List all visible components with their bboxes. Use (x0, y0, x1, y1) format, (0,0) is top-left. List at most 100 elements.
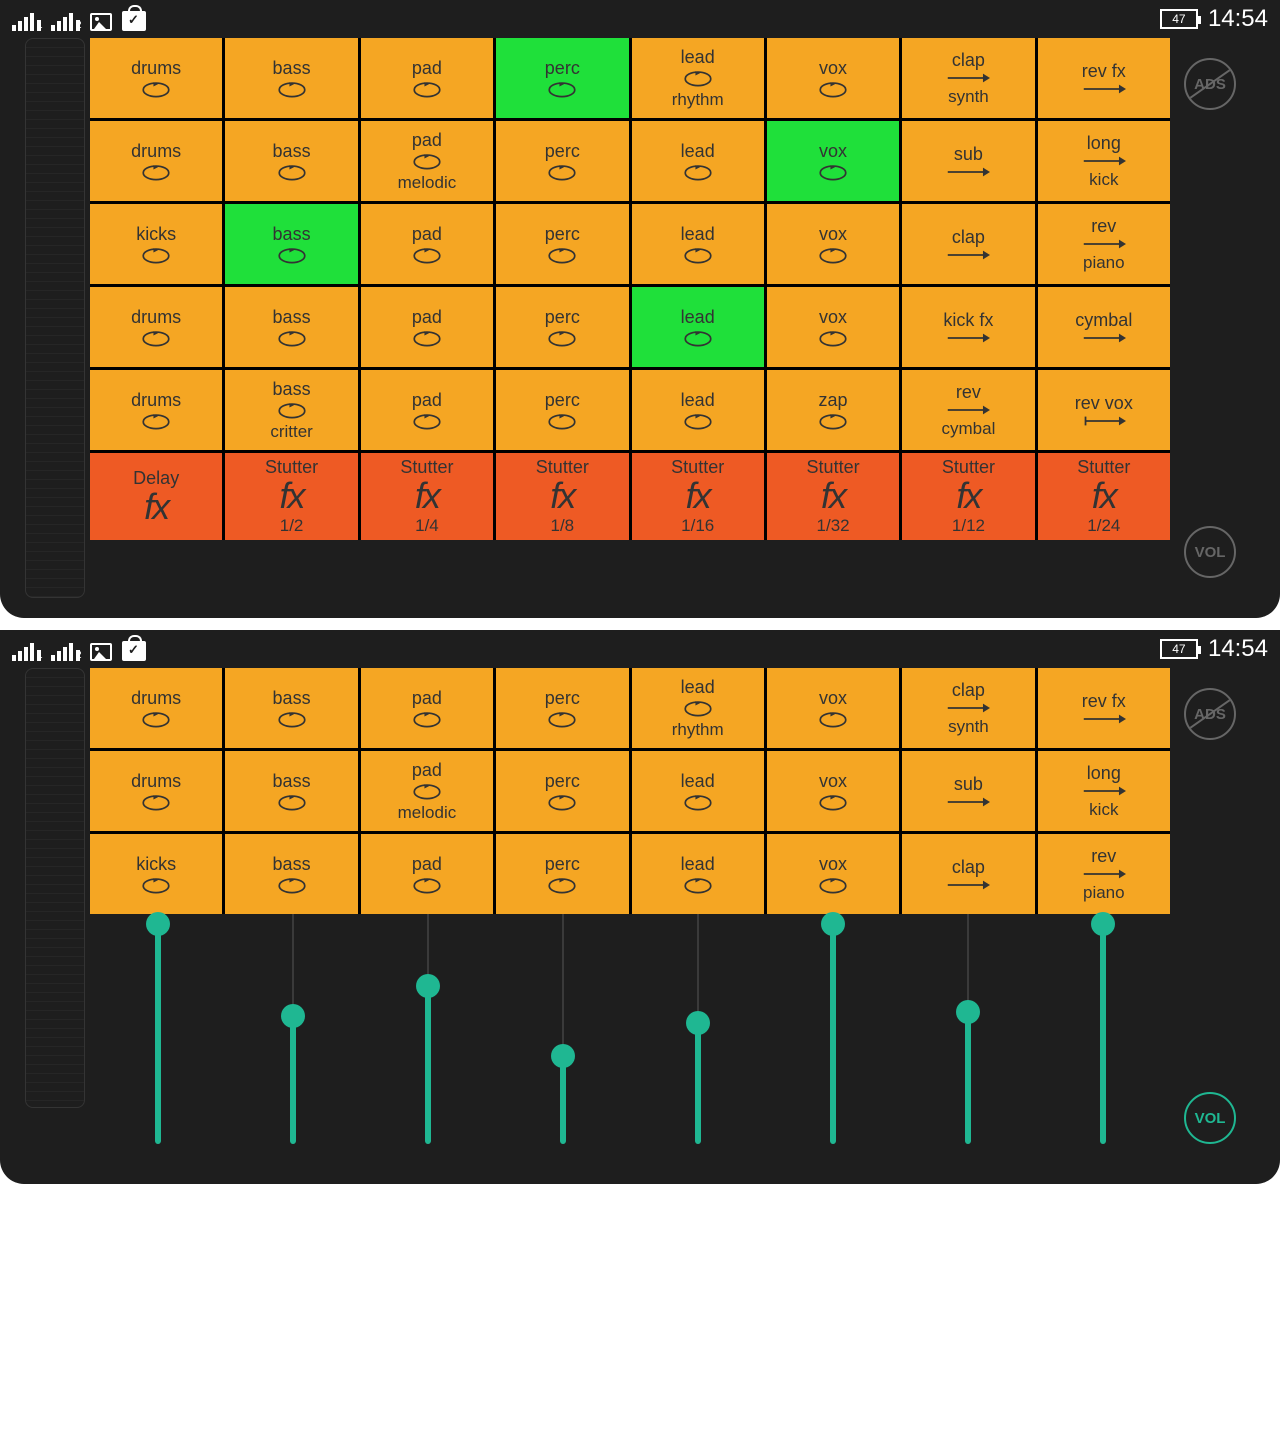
screenshot-1: 1 2 47 14:54 drumsbasspadpercleadrhythmv… (0, 0, 1280, 618)
pad-cell[interactable]: pad (361, 287, 493, 367)
pad-cell[interactable]: revpiano (1038, 834, 1170, 914)
ads-button[interactable]: ADS (1184, 58, 1236, 110)
loop-icon (139, 709, 173, 729)
volume-button[interactable]: VOL (1184, 1092, 1236, 1144)
pad-label: vox (819, 58, 847, 79)
waveform-sidebar[interactable] (20, 668, 90, 1164)
fx-icon: fx (415, 478, 439, 514)
fader[interactable] (648, 914, 748, 1144)
pad-cell[interactable]: pad (361, 834, 493, 914)
fader[interactable] (918, 914, 1018, 1144)
pad-cell[interactable]: padmelodic (361, 751, 493, 831)
volume-button[interactable]: VOL (1184, 526, 1236, 578)
fx-cell[interactable]: Stutterfx1/2 (225, 453, 357, 540)
fader[interactable] (1053, 914, 1153, 1144)
fader[interactable] (378, 914, 478, 1144)
pad-cell[interactable]: drums (90, 668, 222, 748)
pad-label: perc (545, 224, 580, 245)
pad-cell[interactable]: vox (767, 204, 899, 284)
fx-cell[interactable]: Stutterfx1/32 (767, 453, 899, 540)
pad-cell[interactable]: vox (767, 287, 899, 367)
loop-icon (545, 875, 579, 895)
pad-cell[interactable]: leadrhythm (632, 38, 764, 118)
pad-cell[interactable]: sub (902, 121, 1034, 201)
fader[interactable] (783, 914, 883, 1144)
pad-cell[interactable]: pad (361, 668, 493, 748)
pad-cell[interactable]: kick fx (902, 287, 1034, 367)
pad-cell[interactable]: rev fx (1038, 38, 1170, 118)
waveform-sidebar[interactable] (20, 38, 90, 598)
status-bar: 1 2 47 14:54 (0, 0, 1280, 38)
pad-cell[interactable]: lead (632, 751, 764, 831)
pad-cell[interactable]: bass (225, 287, 357, 367)
pad-cell[interactable]: sub (902, 751, 1034, 831)
pad-cell[interactable]: kicks (90, 834, 222, 914)
pad-cell[interactable]: drums (90, 121, 222, 201)
pad-cell[interactable]: cymbal (1038, 287, 1170, 367)
pad-cell[interactable]: drums (90, 751, 222, 831)
pad-cell[interactable]: vox (767, 751, 899, 831)
pad-cell[interactable]: lead (632, 204, 764, 284)
pad-label: lead (681, 141, 715, 162)
fx-cell[interactable]: Stutterfx1/8 (496, 453, 628, 540)
pad-cell[interactable]: revcymbal (902, 370, 1034, 450)
pad-cell[interactable]: vox (767, 38, 899, 118)
pad-cell[interactable]: perc (496, 668, 628, 748)
fx-icon: fx (686, 478, 710, 514)
pad-cell[interactable]: lead (632, 121, 764, 201)
pad-cell[interactable]: drums (90, 287, 222, 367)
pad-cell[interactable]: pad (361, 370, 493, 450)
fader[interactable] (108, 914, 208, 1144)
pad-cell[interactable]: pad (361, 38, 493, 118)
pad-cell[interactable]: bass (225, 204, 357, 284)
pad-cell[interactable]: drums (90, 38, 222, 118)
pad-cell[interactable]: perc (496, 370, 628, 450)
loop-icon (681, 68, 715, 88)
fx-cell[interactable]: Stutterfx1/24 (1038, 453, 1170, 540)
pad-cell[interactable]: lead (632, 834, 764, 914)
pad-cell[interactable]: perc (496, 121, 628, 201)
pad-cell[interactable]: clap (902, 834, 1034, 914)
fx-cell[interactable]: Stutterfx1/12 (902, 453, 1034, 540)
pad-label: perc (545, 771, 580, 792)
fader[interactable] (513, 914, 613, 1144)
pad-cell[interactable]: vox (767, 121, 899, 201)
pad-cell[interactable]: zap (767, 370, 899, 450)
pad-cell[interactable]: bass (225, 38, 357, 118)
loop-icon (816, 79, 850, 99)
pad-cell[interactable]: drums (90, 370, 222, 450)
pad-cell[interactable]: revpiano (1038, 204, 1170, 284)
pad-cell[interactable]: clapsynth (902, 668, 1034, 748)
ads-button[interactable]: ADS (1184, 688, 1236, 740)
pad-cell[interactable]: padmelodic (361, 121, 493, 201)
pad-cell[interactable]: longkick (1038, 121, 1170, 201)
fx-sublabel: 1/8 (550, 516, 574, 536)
pad-cell[interactable]: vox (767, 834, 899, 914)
pad-cell[interactable]: leadrhythm (632, 668, 764, 748)
pad-cell[interactable]: vox (767, 668, 899, 748)
fx-cell[interactable]: Stutterfx1/4 (361, 453, 493, 540)
arrow-icon (1082, 154, 1126, 168)
pad-cell[interactable]: pad (361, 204, 493, 284)
fx-cell[interactable]: Stutterfx1/16 (632, 453, 764, 540)
pad-cell[interactable]: perc (496, 287, 628, 367)
pad-cell[interactable]: perc (496, 38, 628, 118)
pad-cell[interactable]: lead (632, 287, 764, 367)
pad-cell[interactable]: clap (902, 204, 1034, 284)
pad-cell[interactable]: lead (632, 370, 764, 450)
pad-cell[interactable]: longkick (1038, 751, 1170, 831)
pad-cell[interactable]: basscritter (225, 370, 357, 450)
pad-cell[interactable]: rev fx (1038, 668, 1170, 748)
pad-cell[interactable]: bass (225, 121, 357, 201)
pad-cell[interactable]: perc (496, 834, 628, 914)
pad-cell[interactable]: bass (225, 751, 357, 831)
pad-cell[interactable]: perc (496, 751, 628, 831)
pad-cell[interactable]: kicks (90, 204, 222, 284)
pad-cell[interactable]: bass (225, 668, 357, 748)
pad-cell[interactable]: rev vox (1038, 370, 1170, 450)
pad-cell[interactable]: clapsynth (902, 38, 1034, 118)
fx-cell[interactable]: Delayfx (90, 453, 222, 540)
pad-cell[interactable]: bass (225, 834, 357, 914)
fader[interactable] (243, 914, 343, 1144)
pad-cell[interactable]: perc (496, 204, 628, 284)
